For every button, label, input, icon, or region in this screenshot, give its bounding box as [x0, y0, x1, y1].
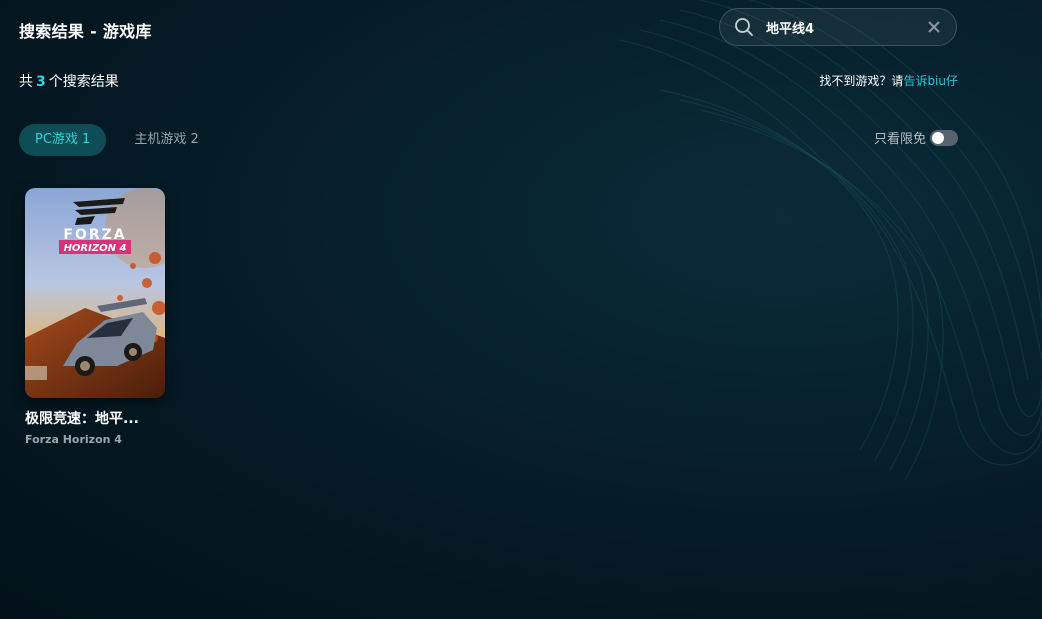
- search-box[interactable]: [719, 8, 957, 46]
- search-input[interactable]: [766, 19, 916, 35]
- tab-pc-games[interactable]: PC游戏 1: [19, 124, 107, 156]
- free-filter-label: 只看限免: [873, 132, 926, 147]
- help-text: 找不到游戏？请: [819, 74, 904, 88]
- result-count-number: 3: [36, 74, 46, 90]
- game-title[interactable]: 极限竞速：地平...: [25, 408, 165, 428]
- search-icon[interactable]: [734, 17, 754, 37]
- game-card[interactable]: FORZA HORIZON 4 极限竞速：地平... Forza Horizon…: [25, 188, 165, 446]
- help-link[interactable]: 告诉biu仔: [903, 74, 958, 88]
- game-subtitle: Forza Horizon 4: [25, 433, 122, 446]
- close-icon[interactable]: [928, 21, 940, 33]
- cover-logo-horizon: HORIZON 4: [64, 243, 127, 254]
- free-filter: 只看限免: [874, 128, 958, 147]
- toggle-knob: [932, 131, 944, 144]
- result-count-suffix: 个搜索结果: [48, 74, 119, 90]
- game-cover[interactable]: FORZA HORIZON 4: [25, 188, 165, 398]
- tab-console-games[interactable]: 主机游戏 2: [118, 124, 214, 156]
- result-count: 共 3 个搜索结果: [19, 71, 119, 91]
- page-title: 搜索结果 - 游戏库: [19, 22, 152, 41]
- game-cover-art: FORZA HORIZON 4: [25, 188, 165, 398]
- free-filter-toggle[interactable]: [930, 129, 958, 146]
- result-count-prefix: 共: [19, 74, 33, 90]
- platform-tabs: PC游戏 1 主机游戏 2: [19, 124, 227, 156]
- help-prompt: 找不到游戏？请告诉biu仔: [819, 72, 958, 89]
- background-decoration: [619, 0, 1042, 481]
